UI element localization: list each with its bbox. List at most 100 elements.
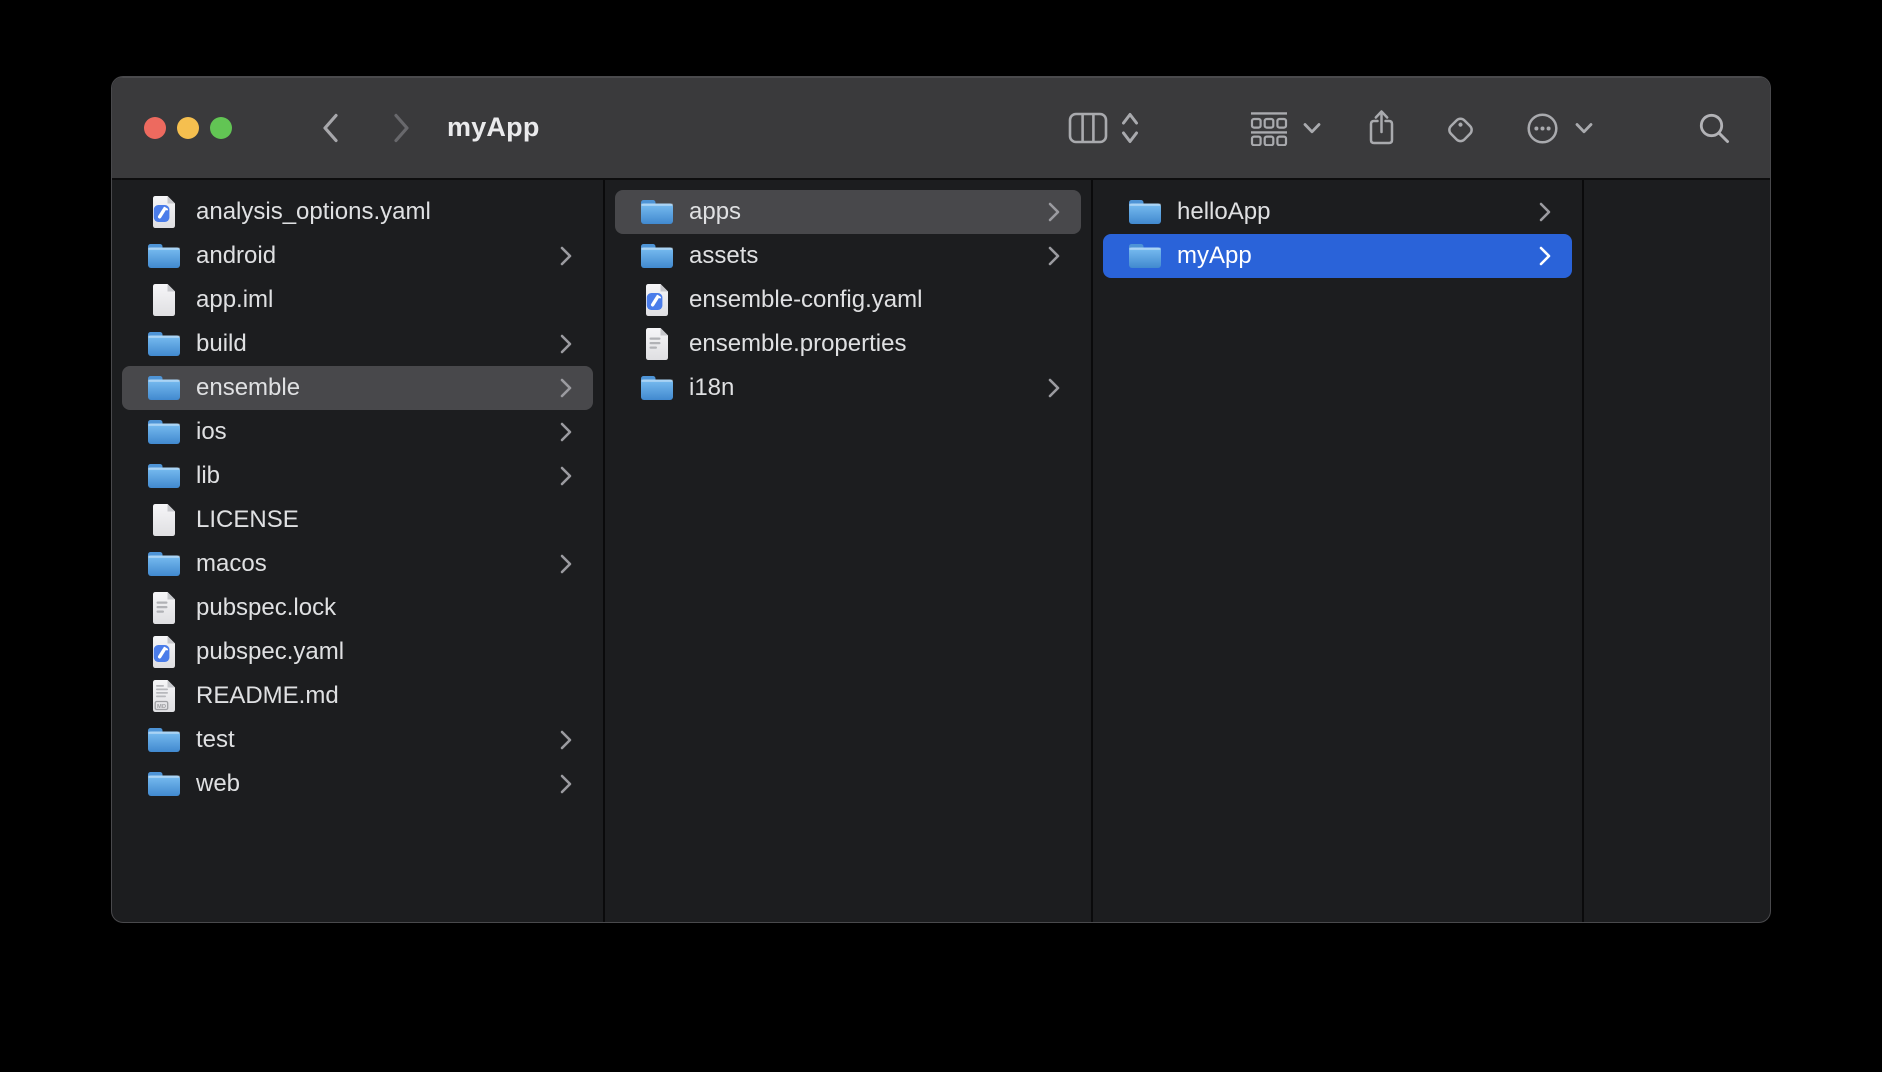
file-row[interactable]: lib bbox=[122, 454, 593, 498]
search-icon[interactable] bbox=[1697, 111, 1732, 146]
finder-column-4[interactable] bbox=[1584, 180, 1770, 922]
file-row[interactable]: test bbox=[122, 718, 593, 762]
tag-icon[interactable] bbox=[1442, 110, 1479, 147]
chevron-right-icon bbox=[1047, 201, 1061, 223]
folder-icon bbox=[146, 324, 182, 364]
group-by-chevron-icon[interactable] bbox=[1302, 122, 1322, 135]
file-label: README.md bbox=[196, 682, 339, 710]
file-row[interactable]: myApp bbox=[1103, 234, 1572, 278]
file-label: analysis_options.yaml bbox=[196, 198, 431, 226]
file-row[interactable]: assets bbox=[615, 234, 1081, 278]
finder-column-2[interactable]: apps assets ensemble-config.yaml ensemble.p… bbox=[605, 180, 1093, 922]
folder-icon bbox=[1127, 236, 1163, 276]
window-title: myApp bbox=[447, 77, 540, 178]
folder-icon bbox=[639, 236, 675, 276]
close-button[interactable] bbox=[144, 117, 166, 139]
file-row[interactable]: i18n bbox=[615, 366, 1081, 410]
folder-icon bbox=[639, 368, 675, 408]
file-row[interactable]: apps bbox=[615, 190, 1081, 234]
file-row[interactable]: web bbox=[122, 762, 593, 806]
back-chevron-icon[interactable] bbox=[319, 112, 341, 144]
file-row[interactable]: LICENSE bbox=[122, 498, 593, 542]
finder-column-1[interactable]: analysis_options.yamlandroid app.iml build… bbox=[112, 180, 605, 922]
chevron-right-icon bbox=[559, 553, 573, 575]
file-label: pubspec.lock bbox=[196, 594, 336, 622]
share-icon[interactable] bbox=[1366, 108, 1397, 147]
yaml-file-icon bbox=[146, 632, 182, 672]
file-label: helloApp bbox=[1177, 198, 1270, 226]
column-browser: analysis_options.yamlandroid app.iml build… bbox=[112, 180, 1770, 922]
file-row[interactable]: MD README.md bbox=[122, 674, 593, 718]
chevron-right-icon bbox=[559, 333, 573, 355]
folder-icon bbox=[146, 236, 182, 276]
group-by-icon[interactable] bbox=[1248, 110, 1290, 146]
chevron-right-icon bbox=[559, 729, 573, 751]
finder-column-3[interactable]: helloApp myApp bbox=[1093, 180, 1584, 922]
text-file-icon bbox=[146, 588, 182, 628]
file-row[interactable]: ios bbox=[122, 410, 593, 454]
file-row[interactable]: ensemble-config.yaml bbox=[615, 278, 1081, 322]
file-row[interactable]: pubspec.lock bbox=[122, 586, 593, 630]
chevron-right-icon bbox=[559, 773, 573, 795]
forward-chevron-icon[interactable] bbox=[391, 112, 413, 144]
chevron-right-icon bbox=[1047, 377, 1061, 399]
file-row[interactable]: build bbox=[122, 322, 593, 366]
folder-icon bbox=[639, 192, 675, 232]
folder-icon bbox=[146, 720, 182, 760]
file-icon bbox=[146, 500, 182, 540]
file-label: apps bbox=[689, 198, 741, 226]
minimize-button[interactable] bbox=[177, 117, 199, 139]
chevron-right-icon bbox=[559, 377, 573, 399]
yaml-file-icon bbox=[639, 280, 675, 320]
yaml-file-icon bbox=[146, 192, 182, 232]
finder-window: myApp analysis_options.yamlandroida bbox=[112, 77, 1770, 922]
file-label: pubspec.yaml bbox=[196, 638, 344, 666]
column-view-icon[interactable] bbox=[1068, 112, 1108, 144]
file-label: ensemble bbox=[196, 374, 300, 402]
file-label: test bbox=[196, 726, 235, 754]
chevron-right-icon bbox=[1538, 201, 1552, 223]
file-label: ios bbox=[196, 418, 227, 446]
file-label: myApp bbox=[1177, 242, 1252, 270]
chevron-right-icon bbox=[559, 245, 573, 267]
file-label: build bbox=[196, 330, 247, 358]
view-switcher-arrows-icon[interactable] bbox=[1120, 110, 1140, 146]
folder-icon bbox=[146, 368, 182, 408]
file-label: LICENSE bbox=[196, 506, 299, 534]
folder-icon bbox=[146, 544, 182, 584]
file-icon bbox=[146, 280, 182, 320]
titlebar[interactable]: myApp bbox=[112, 77, 1770, 180]
more-actions-icon[interactable] bbox=[1525, 111, 1560, 146]
folder-icon bbox=[1127, 192, 1163, 232]
file-row[interactable]: ensemble bbox=[122, 366, 593, 410]
chevron-right-icon bbox=[1047, 245, 1061, 267]
file-row[interactable]: android bbox=[122, 234, 593, 278]
file-label: lib bbox=[196, 462, 220, 490]
file-row[interactable]: ensemble.properties bbox=[615, 322, 1081, 366]
folder-icon bbox=[146, 764, 182, 804]
file-row[interactable]: helloApp bbox=[1103, 190, 1572, 234]
folder-icon bbox=[146, 412, 182, 452]
file-label: ensemble-config.yaml bbox=[689, 286, 922, 314]
file-label: assets bbox=[689, 242, 758, 270]
more-actions-chevron-icon[interactable] bbox=[1574, 122, 1594, 135]
file-label: macos bbox=[196, 550, 267, 578]
file-row[interactable]: app.iml bbox=[122, 278, 593, 322]
file-label: web bbox=[196, 770, 240, 798]
file-label: app.iml bbox=[196, 286, 273, 314]
chevron-right-icon bbox=[559, 465, 573, 487]
file-row[interactable]: macos bbox=[122, 542, 593, 586]
svg-text:MD: MD bbox=[157, 704, 166, 710]
chevron-right-icon bbox=[1538, 245, 1552, 267]
traffic-lights bbox=[144, 117, 232, 139]
file-label: android bbox=[196, 242, 276, 270]
file-row[interactable]: pubspec.yaml bbox=[122, 630, 593, 674]
folder-icon bbox=[146, 456, 182, 496]
md-file-icon: MD bbox=[146, 676, 182, 716]
zoom-button[interactable] bbox=[210, 117, 232, 139]
text-file-icon bbox=[639, 324, 675, 364]
chevron-right-icon bbox=[559, 421, 573, 443]
file-row[interactable]: analysis_options.yaml bbox=[122, 190, 593, 234]
file-label: ensemble.properties bbox=[689, 330, 906, 358]
file-label: i18n bbox=[689, 374, 734, 402]
